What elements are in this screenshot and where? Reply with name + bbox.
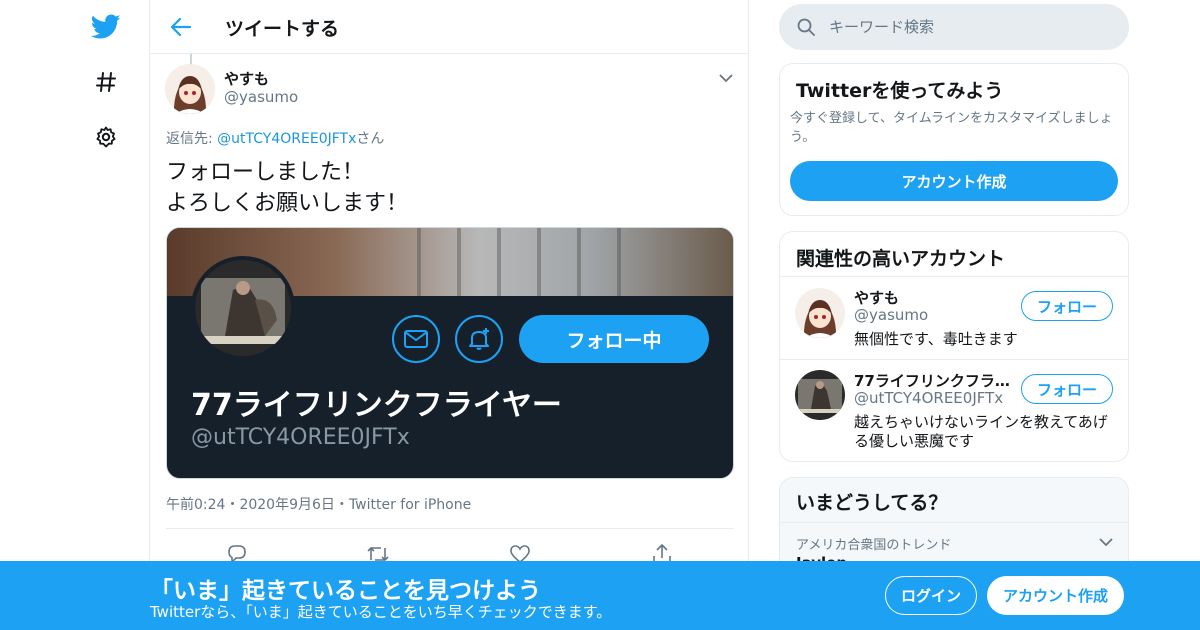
follow-button[interactable]: フォロー (1021, 291, 1113, 321)
divider (166, 528, 734, 529)
search-icon (797, 18, 815, 40)
signup-card-description: 今すぐ登録して、タイムラインをカスタマイズしましょう。 (790, 111, 1113, 145)
media-profile-name: 77ライフリンクフライヤー (191, 388, 562, 423)
tweet-date[interactable]: 2020年9月6日 (239, 497, 334, 513)
search-box[interactable] (779, 4, 1129, 50)
tweet-image[interactable]: フォロー中 77ライフリンクフライヤー @utTCY4OREE0JFTx (166, 227, 734, 479)
avatar[interactable] (165, 64, 215, 114)
chevron-down-icon[interactable] (1098, 534, 1114, 550)
bell-plus-icon (455, 315, 503, 363)
media-profile-handle: @utTCY4OREE0JFTx (191, 425, 410, 450)
login-button[interactable]: ログイン (885, 576, 977, 615)
reply-suffix: さん (356, 131, 385, 147)
account-name[interactable]: 77ライフリンクフライヤー (854, 370, 1014, 391)
back-arrow-icon[interactable] (166, 12, 196, 42)
thread-line (190, 54, 192, 64)
account-handle[interactable]: @utTCY4OREE0JFTx (854, 389, 1014, 407)
meta-separator: ・ (334, 497, 349, 513)
tweet-meta: 午前0:24・2020年9月6日・Twitter for iPhone (166, 494, 471, 514)
avatar[interactable] (795, 370, 845, 420)
tweet-time[interactable]: 午前0:24 (166, 497, 225, 513)
main-column: ツイートする やすも @yasumo 返信先: @utTCY4OREE0JFTx… (149, 0, 749, 630)
reply-context: 返信先: @utTCY4OREE0JFTxさん (166, 128, 384, 148)
gear-icon[interactable] (88, 119, 124, 155)
divider (780, 276, 1128, 277)
left-nav (80, 0, 132, 630)
profile-avatar (191, 256, 295, 360)
reply-prefix: 返信先: (166, 131, 218, 147)
mail-icon (392, 315, 440, 363)
author-name[interactable]: やすも (224, 68, 269, 89)
reply-to-link[interactable]: @utTCY4OREE0JFTx (217, 131, 356, 147)
avatar[interactable] (795, 288, 845, 338)
meta-separator: ・ (225, 497, 240, 513)
chevron-down-icon[interactable] (716, 68, 736, 88)
banner-title: 「いま」起きていることを見つけよう (150, 578, 541, 604)
follow-button[interactable]: フォロー (1021, 374, 1113, 404)
twitter-logo-icon[interactable] (88, 9, 124, 45)
divider (780, 522, 1128, 523)
signup-button[interactable]: アカウント作成 (987, 576, 1124, 615)
page-title: ツイートする (225, 18, 340, 40)
related-accounts-title: 関連性の高いアカウント (796, 248, 1006, 270)
trends-title: いまどうしてる？ (796, 492, 948, 514)
account-handle[interactable]: @yasumo (854, 306, 1014, 324)
tweet-source: Twitter for iPhone (348, 497, 472, 513)
search-input[interactable] (829, 10, 1109, 44)
signup-card: Twitterを使ってみよう 今すぐ登録して、タイムラインをカスタマイズしましょ… (779, 63, 1129, 216)
media-follow-label: フォロー中 (519, 315, 709, 363)
account-name[interactable]: やすも (854, 287, 1014, 308)
tweet-text: フォローしました！ よろしくお願いします！ (166, 160, 409, 216)
signup-banner: 「いま」起きていることを見つけよう Twitterなら、「いま」起きていることを… (0, 561, 1200, 630)
hashtag-icon[interactable] (88, 64, 124, 100)
account-bio: 無個性です、毒吐きます (854, 330, 1018, 348)
banner-subtitle: Twitterなら、「いま」起きていることをいち早くチェックできます。 (150, 603, 612, 621)
account-bio: 越えちゃいけないラインを教えてあげる優しい悪魔です (854, 413, 1108, 450)
signup-card-title: Twitterを使ってみよう (796, 80, 1004, 102)
divider (780, 359, 1128, 360)
related-accounts-card: 関連性の高いアカウント やすも @yasumo フォロー 無個性です、毒吐きます (779, 231, 1129, 462)
create-account-button[interactable]: アカウント作成 (790, 161, 1118, 201)
page: ツイートする やすも @yasumo 返信先: @utTCY4OREE0JFTx… (0, 0, 1200, 630)
main-header: ツイートする (150, 0, 748, 54)
trend-location-label: アメリカ合衆国のトレンド (796, 538, 952, 553)
author-handle[interactable]: @yasumo (224, 88, 298, 106)
